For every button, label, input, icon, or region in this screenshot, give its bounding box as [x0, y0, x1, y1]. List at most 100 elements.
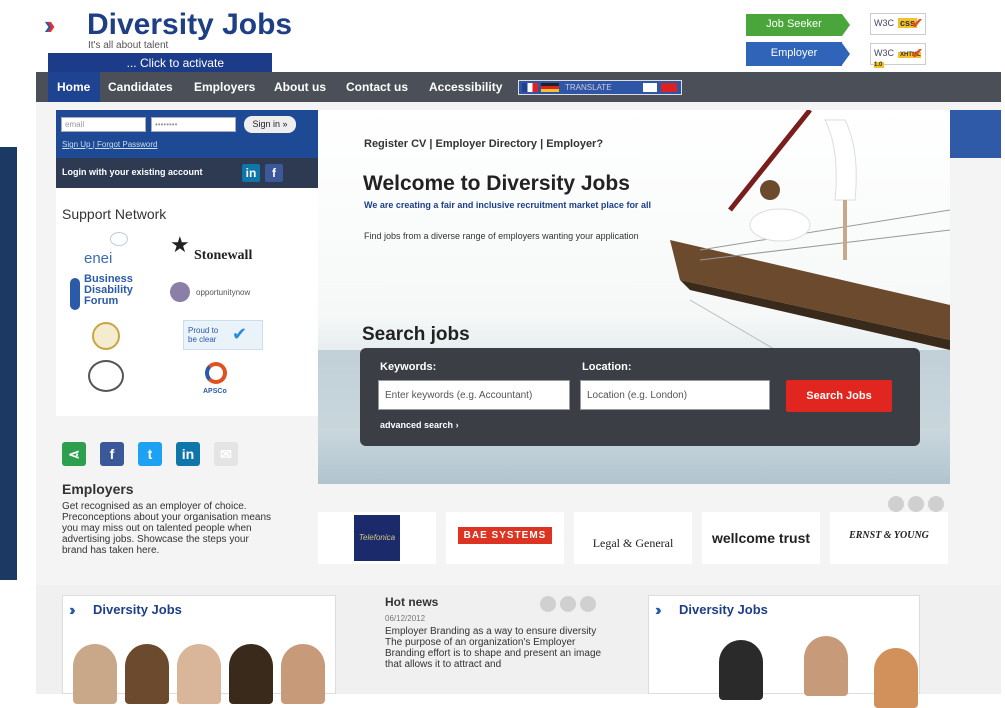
logo-title[interactable]: Diversity Jobs: [87, 8, 292, 42]
logo-arrows-icon: ››: [44, 10, 55, 40]
hot-news-title: Hot news: [385, 595, 439, 609]
bae-label: BAE SYSTEMS: [457, 527, 553, 544]
wellcome-label: wellcome trust: [711, 530, 811, 546]
german-flag-icon[interactable]: [541, 83, 559, 92]
hero-boat-image: [670, 110, 950, 370]
clear-check-icon: ✔: [232, 324, 248, 344]
logo-tagline: It's all about talent: [88, 40, 169, 51]
location-input[interactable]: Location (e.g. London): [580, 380, 770, 410]
search-jobs-button[interactable]: Search Jobs: [786, 380, 892, 412]
nav-home[interactable]: Home: [57, 72, 90, 102]
support-network-title: Support Network: [62, 206, 167, 222]
person-photo: [73, 644, 117, 704]
nav-about-us[interactable]: About us: [274, 72, 326, 102]
partner-apsco[interactable]: APSCo: [203, 388, 227, 395]
employer-button[interactable]: Employer: [746, 42, 842, 66]
news-carousel-controls: [540, 596, 600, 617]
job-seeker-button[interactable]: Job Seeker: [746, 14, 842, 36]
activate-bar[interactable]: ... Click to activate: [48, 53, 272, 74]
hot-news-date: 06/12/2012: [385, 614, 426, 623]
welcome-heading: Welcome to Diversity Jobs: [363, 172, 630, 195]
logo-arrows-icon: ››: [69, 602, 75, 619]
nav-contact-us[interactable]: Contact us: [346, 72, 408, 102]
person-photo: [804, 636, 848, 696]
partner-opportunitynow[interactable]: opportunitynow: [196, 288, 250, 297]
register-links[interactable]: Register CV | Employer Directory | Emplo…: [364, 138, 603, 150]
forgot-password-link[interactable]: Forgot Password: [97, 140, 157, 149]
employer-logos: Telefonica BAE SYSTEMS Legal & General w…: [318, 512, 950, 566]
w3c-css-badge[interactable]: W3C css ✔: [870, 13, 926, 35]
news-prev-icon[interactable]: [540, 596, 556, 612]
arrow-right-icon: ›: [455, 420, 459, 430]
logo-legal-general[interactable]: Legal & General: [574, 512, 692, 564]
carousel-pause-icon[interactable]: [908, 496, 924, 512]
advanced-search-link[interactable]: advanced search ›: [380, 420, 459, 430]
person-photo: [177, 644, 221, 704]
carousel-prev-icon[interactable]: [888, 496, 904, 512]
sign-up-link[interactable]: Sign Up: [62, 140, 90, 149]
linkedin-login-icon[interactable]: in: [242, 164, 260, 182]
logo-wellcome[interactable]: wellcome trust: [702, 512, 820, 564]
opportunitynow-logo-icon: [170, 282, 190, 302]
enei-logo-icon: [110, 232, 128, 246]
w3c-label: W3C: [874, 18, 894, 28]
diversity-jobs-card-right[interactable]: ›› Diversity Jobs: [648, 595, 920, 708]
translate-label: TRANSLATE: [565, 83, 612, 92]
twitter-icon[interactable]: t: [138, 442, 162, 466]
partner-clear[interactable]: Proud to be clear: [188, 326, 228, 344]
advanced-search-label: advanced search: [380, 420, 454, 430]
person-photo: [229, 644, 273, 704]
person-photo: [125, 644, 169, 704]
logo-bae-systems[interactable]: BAE SYSTEMS: [446, 512, 564, 564]
seal-logo-icon[interactable]: [92, 322, 120, 350]
nav-employers[interactable]: Employers: [194, 72, 255, 102]
nav-candidates[interactable]: Candidates: [108, 72, 173, 102]
korean-flag-icon[interactable]: [643, 83, 657, 92]
person-photo: [874, 648, 918, 708]
employer-arrow-icon: [842, 43, 850, 65]
social-login-label: Login with your existing account: [62, 167, 203, 177]
news-pause-icon[interactable]: [560, 596, 576, 612]
login-links: Sign Up | Forgot Password: [62, 140, 157, 149]
logo-arrows-icon: ››: [655, 602, 661, 619]
nav-accessibility[interactable]: Accessibility: [429, 72, 502, 102]
stonewall-star-icon: ★: [170, 232, 190, 257]
hero-description: Find jobs from a diverse range of employ…: [364, 231, 639, 241]
keywords-label: Keywords:: [380, 361, 437, 373]
partner-stonewall[interactable]: Stonewall: [194, 248, 252, 264]
card-title: Diversity Jobs: [679, 602, 768, 617]
password-field[interactable]: ••••••••: [151, 117, 236, 132]
logo-telefonica[interactable]: Telefonica: [318, 512, 436, 564]
ernst-young-label: ERNST & YOUNG: [849, 530, 929, 541]
keywords-input[interactable]: Enter keywords (e.g. Accountant): [378, 380, 570, 410]
carousel-next-icon[interactable]: [928, 496, 944, 512]
bdf-logo-icon: [70, 278, 80, 310]
email-icon[interactable]: ✉: [214, 442, 238, 466]
diversity-jobs-card-left[interactable]: ›› Diversity Jobs: [62, 595, 336, 704]
check-icon: ✔: [911, 45, 923, 61]
card-title: Diversity Jobs: [93, 602, 182, 617]
french-flag-icon[interactable]: [522, 83, 538, 92]
turkish-flag-icon[interactable]: [661, 83, 677, 92]
partner-business-disability-forum[interactable]: Business Disability Forum: [84, 274, 154, 307]
logo-ernst-young[interactable]: ERNST & YOUNG: [830, 512, 948, 564]
employers-title: Employers: [62, 481, 134, 497]
hero-blue-corner: [950, 110, 1001, 158]
share-icon[interactable]: ⋖: [62, 442, 86, 466]
email-field[interactable]: email: [61, 117, 146, 132]
ww-logo-icon[interactable]: [88, 360, 124, 392]
w3c-xhtml-badge[interactable]: W3C XHTML 1.0 ✔: [870, 43, 926, 68]
translate-bar[interactable]: TRANSLATE: [518, 80, 682, 95]
facebook-login-icon[interactable]: f: [265, 164, 283, 182]
hot-news-text[interactable]: Employer Branding as a way to ensure div…: [385, 626, 610, 670]
facebook-icon[interactable]: f: [100, 442, 124, 466]
legal-general-label: Legal & General: [592, 536, 674, 550]
telefonica-label: Telefonica: [354, 515, 400, 561]
check-icon: ✔: [911, 15, 923, 31]
news-next-icon[interactable]: [580, 596, 596, 612]
sign-in-button[interactable]: Sign in »: [244, 116, 296, 133]
partner-enei[interactable]: enei: [84, 250, 112, 267]
w3c-label: W3C: [874, 48, 894, 58]
linkedin-icon[interactable]: in: [176, 442, 200, 466]
job-seeker-arrow-icon: [842, 14, 850, 36]
